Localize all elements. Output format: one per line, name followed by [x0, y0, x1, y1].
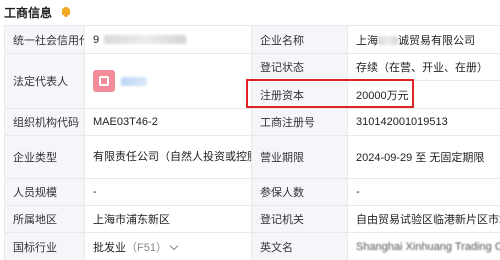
company-name-redacted — [378, 36, 398, 46]
avatar-icon — [93, 70, 115, 92]
legal-rep-label: 法定代表人 — [4, 53, 85, 109]
table-row: 所属地区 上海市浦东新区 登记机关 自由贸易试验区临港新片区市场监督管 — [4, 205, 500, 233]
avatar-inner — [99, 76, 109, 86]
industry-name: 批发业 — [93, 241, 126, 254]
bell-clapper — [64, 15, 69, 17]
credit-code-label: 统一社会信用代码 — [4, 25, 85, 54]
industry-label: 国标行业 — [4, 232, 85, 260]
insured-count-label: 参保人数 — [251, 178, 348, 206]
table-row: 人员规模 - 参保人数 - — [4, 178, 500, 206]
table-row: 统一社会信用代码 9 企业名称 上海 诚贸易有限公司 — [4, 25, 500, 54]
company-name-value[interactable]: 上海 诚贸易有限公司 — [347, 25, 500, 54]
english-name-value: Shanghai Xinhuang Trading Co — [347, 232, 500, 260]
company-name-prefix: 上海 — [356, 34, 378, 47]
credit-code-redacted — [104, 35, 187, 45]
chevron-down-icon[interactable] — [169, 241, 179, 250]
staff-size-value: - — [84, 178, 252, 206]
registered-capital-value: 20000万元 — [347, 80, 500, 109]
bell-dome — [62, 7, 71, 15]
reg-authority-label: 登记机关 — [251, 205, 348, 233]
table-row: 国标行业 批发业（F51） 英文名 Shanghai Xinhuang Trad… — [4, 232, 500, 260]
reg-authority-value: 自由贸易试验区临港新片区市场监督管 — [347, 205, 500, 233]
credit-code-value: 9 — [84, 25, 252, 54]
region-label: 所属地区 — [4, 205, 85, 233]
company-name-suffix: 诚贸易有限公司 — [398, 34, 475, 47]
legal-rep-wrap — [93, 70, 243, 92]
credit-code-visible: 9 — [93, 33, 100, 46]
org-code-label: 组织机构代码 — [4, 108, 85, 136]
biz-reg-no-label: 工商注册号 — [251, 108, 348, 136]
reg-status-value: 存续（在营、开业、在册） — [347, 53, 500, 81]
staff-size-label: 人员规模 — [4, 178, 85, 206]
biz-reg-no-value: 310142001019513 — [347, 108, 500, 136]
company-type-value: 有限责任公司（自然人投资或控股的法人独资） — [84, 135, 252, 179]
registered-capital-label: 注册资本 — [251, 80, 348, 109]
section-header: 工商信息 — [0, 0, 500, 24]
reg-status-label: 登记状态 — [251, 53, 348, 81]
org-code-value: MAE03T46-2 — [84, 108, 252, 136]
legal-rep-value[interactable] — [84, 53, 252, 109]
business-info-table: 统一社会信用代码 9 企业名称 上海 诚贸易有限公司 法定代表人 登记状态 存续（… — [4, 25, 500, 260]
business-term-label: 营业期限 — [251, 135, 348, 179]
english-name-text: Shanghai Xinhuang Trading Co — [356, 240, 500, 253]
bell-icon[interactable] — [60, 6, 72, 18]
company-name-label: 企业名称 — [251, 25, 348, 54]
table-row: 组织机构代码 MAE03T46-2 工商注册号 310142001019513 — [4, 108, 500, 136]
business-term-value: 2024-09-29 至 无固定期限 — [347, 135, 500, 179]
region-value[interactable]: 上海市浦东新区 — [84, 205, 252, 233]
table-row: 企业类型 有限责任公司（自然人投资或控股的法人独资） 营业期限 2024-09-… — [4, 135, 500, 179]
english-name-label: 英文名 — [251, 232, 348, 260]
section-title: 工商信息 — [4, 5, 53, 20]
table-row: 法定代表人 登记状态 存续（在营、开业、在册） — [4, 53, 500, 109]
legal-rep-name-redacted[interactable] — [121, 76, 147, 86]
industry-value[interactable]: 批发业（F51） — [84, 232, 252, 260]
industry-code: （F51） — [126, 241, 167, 254]
company-type-label: 企业类型 — [4, 135, 85, 179]
insured-count-value: - — [347, 178, 500, 206]
